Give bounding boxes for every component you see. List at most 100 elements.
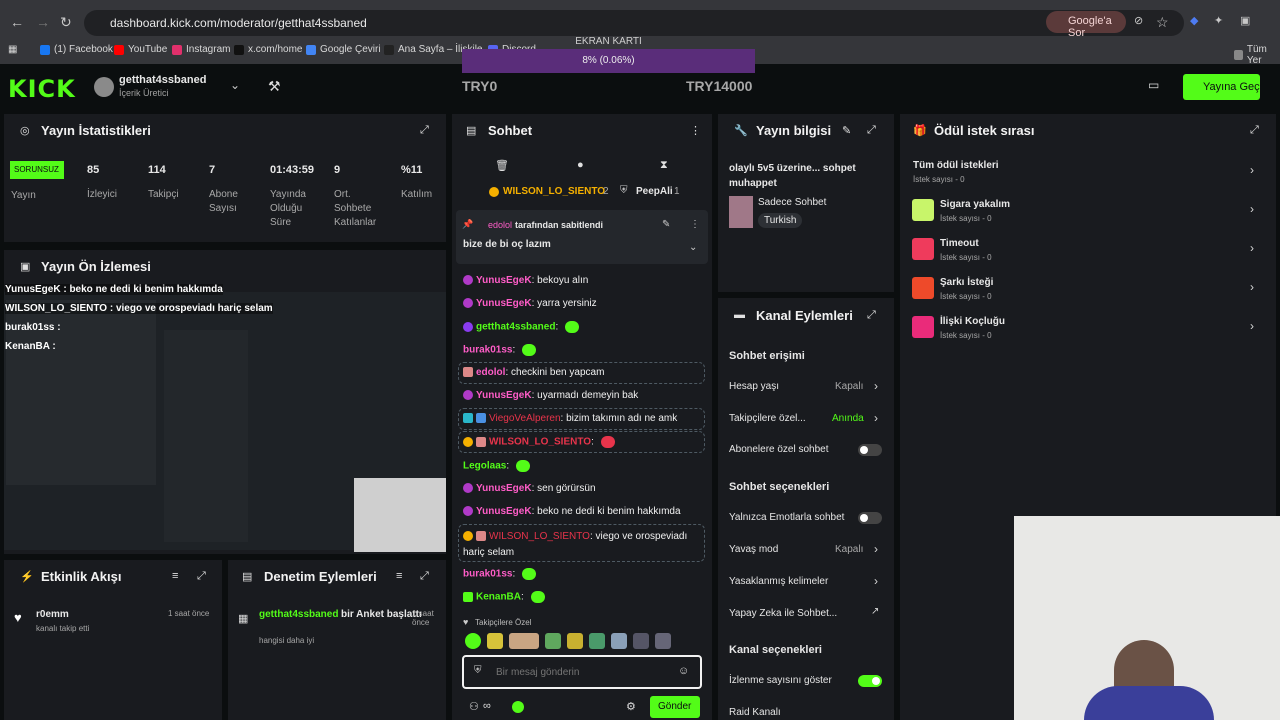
chat-input[interactable] (496, 663, 666, 681)
more-icon[interactable]: ⋮ (690, 124, 701, 137)
chat-user[interactable]: YunusEgeK (476, 483, 532, 494)
slow-mode-value[interactable]: Kapalı (835, 544, 863, 555)
raid-label[interactable]: Raid Kanalı (729, 707, 781, 718)
chat-user[interactable]: Legolaas (463, 461, 506, 472)
expand-icon[interactable]: ⤢ (420, 570, 429, 583)
back-icon[interactable]: ← (10, 14, 24, 30)
emote-icon[interactable] (487, 633, 503, 649)
extensions-icon[interactable]: ✦ (1214, 14, 1223, 27)
bookmark-all[interactable]: Tüm Yer (1234, 44, 1280, 66)
pinned-by[interactable]: edolol (488, 220, 512, 230)
message-icon[interactable]: ● (577, 159, 584, 171)
emote-icon[interactable] (633, 633, 649, 649)
ai-chat-label[interactable]: Yapay Zeka ile Sohbet... (729, 608, 837, 619)
emote-icon[interactable] (509, 633, 539, 649)
bookmark-instagram[interactable]: Instagram (172, 44, 230, 55)
chat-message[interactable]: WILSON_LO_SIENTO: viego ve orospeviadı h… (463, 529, 699, 561)
reward-name[interactable]: Şarkı İsteği (940, 277, 993, 288)
chat-message[interactable]: WILSON_LO_SIENTO: (463, 436, 615, 448)
bookmark-translate[interactable]: Google Çeviri (306, 44, 381, 55)
go-live-button[interactable]: Yayına Geç (1183, 74, 1260, 100)
chat-message[interactable]: burak01ss: (463, 568, 537, 580)
chevron-right-icon[interactable]: › (874, 542, 878, 556)
extension-icon[interactable]: ◆ (1190, 14, 1198, 27)
emote-icon[interactable] (655, 633, 671, 649)
chat-user[interactable]: YunusEgeK (476, 298, 532, 309)
reward-name[interactable]: Sigara yakalım (940, 199, 1010, 210)
slow-mode-label[interactable]: Yavaş mod (729, 544, 778, 555)
expand-icon[interactable]: ⤢ (420, 124, 429, 137)
chat-message[interactable]: YunusEgeK: sen görürsün (463, 483, 596, 494)
mod-icon[interactable]: ▭ (1148, 78, 1159, 92)
chat-user[interactable]: edolol (476, 367, 505, 378)
forward-icon[interactable]: → (36, 14, 50, 30)
reward-name[interactable]: İlişki Koçluğu (940, 316, 1005, 327)
emote-icon[interactable] (567, 633, 583, 649)
chat-user[interactable]: KenanBA (476, 592, 521, 603)
emote-icon[interactable] (545, 633, 561, 649)
users-icon[interactable]: ⚇ (469, 700, 479, 713)
chat-message[interactable]: getthat4ssbaned: (463, 321, 580, 333)
bookmark-youtube[interactable]: YouTube (114, 44, 167, 55)
account-age-value[interactable]: Kapalı (835, 381, 863, 392)
filter-icon[interactable]: ≡ (172, 570, 178, 582)
chat-message[interactable]: YunusEgeK: bekoyu alın (463, 275, 588, 286)
chat-message[interactable]: KenanBA: (463, 591, 545, 603)
expand-icon[interactable]: ⤢ (197, 570, 206, 583)
hammer-icon[interactable]: ⚒ (268, 78, 281, 95)
apps-icon[interactable]: ▦ (8, 44, 17, 55)
emotes-only-toggle[interactable] (858, 512, 882, 524)
chevron-right-icon[interactable]: › (1250, 241, 1254, 255)
infinity-icon[interactable]: ∞ (483, 700, 491, 712)
chat-user[interactable]: burak01ss (463, 345, 512, 356)
reward-name[interactable]: Timeout (940, 238, 979, 249)
chat-user[interactable]: getthat4ssbaned (476, 322, 555, 333)
followers-only-label[interactable]: Takipçilere özel... (729, 413, 806, 424)
show-viewers-toggle[interactable] (858, 675, 882, 687)
chevron-down-icon[interactable]: ⌄ (689, 242, 697, 253)
chevron-right-icon[interactable]: › (874, 411, 878, 425)
chevron-right-icon[interactable]: › (1250, 163, 1254, 177)
chat-user[interactable]: WILSON_LO_SIENTO (489, 437, 591, 448)
followers-only-value[interactable]: Anında (832, 413, 864, 424)
chat-user[interactable]: burak01ss (463, 569, 512, 580)
gear-icon[interactable]: ⚙ (626, 700, 636, 713)
chat-user[interactable]: YunusEgeK (476, 506, 532, 517)
emoji-icon[interactable]: ☺ (678, 665, 689, 677)
emote-icon[interactable] (589, 633, 605, 649)
send-button[interactable]: Gönder (650, 696, 700, 718)
expand-icon[interactable]: ⤢ (867, 309, 876, 322)
filter-icon[interactable]: ≡ (396, 570, 402, 582)
top-gifter[interactable]: WILSON_LO_SIENTO (503, 186, 605, 197)
reload-icon[interactable]: ↻ (60, 14, 72, 31)
puzzle-icon[interactable]: ▣ (1240, 14, 1250, 27)
url-text[interactable]: dashboard.kick.com/moderator/getthat4ssb… (110, 16, 367, 30)
kick-icon[interactable] (512, 701, 524, 713)
avatar[interactable] (94, 77, 114, 97)
edit-icon[interactable]: ✎ (842, 124, 851, 137)
category-name[interactable]: Sadece Sohbet (758, 197, 826, 208)
star-icon[interactable]: ☆ (1156, 14, 1169, 31)
bookmark-facebook[interactable]: (1) Facebook (40, 44, 113, 55)
expand-icon[interactable]: ⤢ (1250, 124, 1259, 137)
activity-user[interactable]: r0emm (36, 609, 69, 620)
chevron-right-icon[interactable]: › (1250, 319, 1254, 333)
bookmark-x[interactable]: x.com/home (234, 44, 302, 55)
top-gifter[interactable]: PeepAli (636, 186, 673, 197)
trash-icon[interactable]: 🗑 (495, 159, 509, 172)
expand-icon[interactable]: ⤢ (867, 124, 876, 137)
emote-icon[interactable] (465, 633, 481, 649)
kick-logo[interactable]: KICK (8, 75, 76, 103)
google-ask-button[interactable]: Google'a Sor (1046, 11, 1126, 39)
moderation-user[interactable]: getthat4ssbaned (259, 609, 338, 620)
chat-user[interactable]: ViegoVeAlperen (489, 413, 561, 424)
chat-user[interactable]: YunusEgeK (476, 275, 532, 286)
banned-words-label[interactable]: Yasaklanmış kelimeler (729, 576, 828, 587)
reward-all-name[interactable]: Tüm ödül istekleri (913, 160, 999, 171)
chevron-right-icon[interactable]: › (874, 574, 878, 588)
subs-only-toggle[interactable] (858, 444, 882, 456)
emote-icon[interactable] (611, 633, 627, 649)
chat-user[interactable]: WILSON_LO_SIENTO (489, 531, 590, 542)
chevron-right-icon[interactable]: › (1250, 280, 1254, 294)
unpin-icon[interactable]: ✎ (662, 219, 670, 230)
